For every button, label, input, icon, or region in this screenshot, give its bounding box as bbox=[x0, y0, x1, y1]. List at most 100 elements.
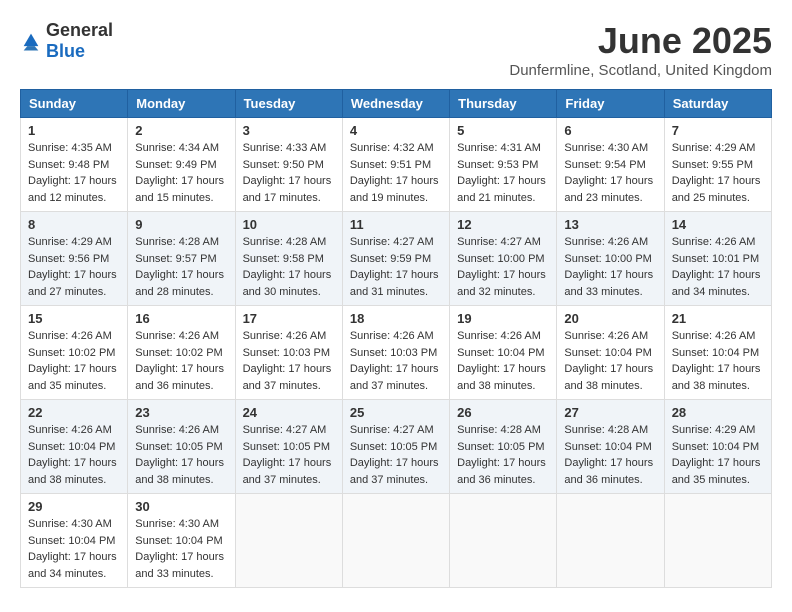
sunset-label: Sunset: 9:51 PM bbox=[350, 159, 431, 171]
calendar-cell: 27 Sunrise: 4:28 AM Sunset: 10:04 PM Day… bbox=[557, 400, 664, 494]
calendar-cell: 30 Sunrise: 4:30 AM Sunset: 10:04 PM Day… bbox=[128, 494, 235, 588]
sunset-label: Sunset: 10:04 PM bbox=[564, 347, 651, 359]
daylight-label: Daylight: 17 hours and 38 minutes. bbox=[457, 363, 546, 392]
day-info: Sunrise: 4:35 AM Sunset: 9:48 PM Dayligh… bbox=[28, 140, 120, 206]
logo-icon bbox=[20, 30, 42, 52]
daylight-label: Daylight: 17 hours and 23 minutes. bbox=[564, 175, 653, 204]
sunset-label: Sunset: 9:53 PM bbox=[457, 159, 538, 171]
daylight-label: Daylight: 17 hours and 38 minutes. bbox=[564, 363, 653, 392]
day-number: 28 bbox=[672, 405, 764, 420]
sunset-label: Sunset: 9:56 PM bbox=[28, 253, 109, 265]
calendar-cell: 1 Sunrise: 4:35 AM Sunset: 9:48 PM Dayli… bbox=[21, 118, 128, 212]
day-info: Sunrise: 4:26 AM Sunset: 10:02 PM Daylig… bbox=[28, 328, 120, 394]
sunrise-label: Sunrise: 4:34 AM bbox=[135, 142, 219, 154]
calendar-day-header: Monday bbox=[128, 90, 235, 118]
day-number: 15 bbox=[28, 311, 120, 326]
day-info: Sunrise: 4:26 AM Sunset: 10:04 PM Daylig… bbox=[672, 328, 764, 394]
calendar-cell: 10 Sunrise: 4:28 AM Sunset: 9:58 PM Dayl… bbox=[235, 212, 342, 306]
location: Dunfermline, Scotland, United Kingdom bbox=[509, 62, 772, 79]
title-block: June 2025 Dunfermline, Scotland, United … bbox=[509, 20, 772, 79]
sunrise-label: Sunrise: 4:31 AM bbox=[457, 142, 541, 154]
sunrise-label: Sunrise: 4:33 AM bbox=[243, 142, 327, 154]
day-info: Sunrise: 4:26 AM Sunset: 10:02 PM Daylig… bbox=[135, 328, 227, 394]
day-info: Sunrise: 4:29 AM Sunset: 9:55 PM Dayligh… bbox=[672, 140, 764, 206]
calendar-cell bbox=[664, 494, 771, 588]
daylight-label: Daylight: 17 hours and 38 minutes. bbox=[672, 363, 761, 392]
day-number: 17 bbox=[243, 311, 335, 326]
daylight-label: Daylight: 17 hours and 21 minutes. bbox=[457, 175, 546, 204]
sunrise-label: Sunrise: 4:27 AM bbox=[350, 236, 434, 248]
calendar-cell: 11 Sunrise: 4:27 AM Sunset: 9:59 PM Dayl… bbox=[342, 212, 449, 306]
sunset-label: Sunset: 10:04 PM bbox=[564, 441, 651, 453]
calendar-cell: 25 Sunrise: 4:27 AM Sunset: 10:05 PM Day… bbox=[342, 400, 449, 494]
daylight-label: Daylight: 17 hours and 32 minutes. bbox=[457, 269, 546, 298]
calendar-day-header: Thursday bbox=[450, 90, 557, 118]
calendar-cell: 18 Sunrise: 4:26 AM Sunset: 10:03 PM Day… bbox=[342, 306, 449, 400]
sunrise-label: Sunrise: 4:26 AM bbox=[28, 330, 112, 342]
calendar-header-row: SundayMondayTuesdayWednesdayThursdayFrid… bbox=[21, 90, 772, 118]
sunset-label: Sunset: 10:04 PM bbox=[672, 441, 759, 453]
calendar-cell: 16 Sunrise: 4:26 AM Sunset: 10:02 PM Day… bbox=[128, 306, 235, 400]
sunrise-label: Sunrise: 4:35 AM bbox=[28, 142, 112, 154]
day-number: 13 bbox=[564, 217, 656, 232]
day-number: 2 bbox=[135, 123, 227, 138]
month-title: June 2025 bbox=[509, 20, 772, 62]
day-number: 1 bbox=[28, 123, 120, 138]
daylight-label: Daylight: 17 hours and 34 minutes. bbox=[28, 551, 117, 580]
day-number: 7 bbox=[672, 123, 764, 138]
day-info: Sunrise: 4:26 AM Sunset: 10:05 PM Daylig… bbox=[135, 422, 227, 488]
calendar-table: SundayMondayTuesdayWednesdayThursdayFrid… bbox=[20, 89, 772, 588]
sunrise-label: Sunrise: 4:26 AM bbox=[28, 424, 112, 436]
calendar-cell bbox=[450, 494, 557, 588]
sunrise-label: Sunrise: 4:26 AM bbox=[350, 330, 434, 342]
sunrise-label: Sunrise: 4:28 AM bbox=[243, 236, 327, 248]
daylight-label: Daylight: 17 hours and 33 minutes. bbox=[564, 269, 653, 298]
day-info: Sunrise: 4:29 AM Sunset: 9:56 PM Dayligh… bbox=[28, 234, 120, 300]
daylight-label: Daylight: 17 hours and 38 minutes. bbox=[28, 457, 117, 486]
logo-text-blue: Blue bbox=[46, 41, 85, 61]
day-number: 10 bbox=[243, 217, 335, 232]
calendar-cell: 12 Sunrise: 4:27 AM Sunset: 10:00 PM Day… bbox=[450, 212, 557, 306]
day-number: 25 bbox=[350, 405, 442, 420]
day-info: Sunrise: 4:30 AM Sunset: 9:54 PM Dayligh… bbox=[564, 140, 656, 206]
day-number: 12 bbox=[457, 217, 549, 232]
calendar-cell: 4 Sunrise: 4:32 AM Sunset: 9:51 PM Dayli… bbox=[342, 118, 449, 212]
day-info: Sunrise: 4:26 AM Sunset: 10:00 PM Daylig… bbox=[564, 234, 656, 300]
daylight-label: Daylight: 17 hours and 36 minutes. bbox=[457, 457, 546, 486]
calendar-day-header: Saturday bbox=[664, 90, 771, 118]
sunrise-label: Sunrise: 4:30 AM bbox=[28, 518, 112, 530]
sunset-label: Sunset: 10:05 PM bbox=[243, 441, 330, 453]
daylight-label: Daylight: 17 hours and 38 minutes. bbox=[135, 457, 224, 486]
sunset-label: Sunset: 10:04 PM bbox=[28, 441, 115, 453]
calendar-week-row: 22 Sunrise: 4:26 AM Sunset: 10:04 PM Day… bbox=[21, 400, 772, 494]
calendar-cell: 6 Sunrise: 4:30 AM Sunset: 9:54 PM Dayli… bbox=[557, 118, 664, 212]
calendar-cell: 23 Sunrise: 4:26 AM Sunset: 10:05 PM Day… bbox=[128, 400, 235, 494]
daylight-label: Daylight: 17 hours and 36 minutes. bbox=[135, 363, 224, 392]
daylight-label: Daylight: 17 hours and 12 minutes. bbox=[28, 175, 117, 204]
page-header: General Blue June 2025 Dunfermline, Scot… bbox=[20, 20, 772, 79]
day-number: 18 bbox=[350, 311, 442, 326]
day-info: Sunrise: 4:33 AM Sunset: 9:50 PM Dayligh… bbox=[243, 140, 335, 206]
day-number: 3 bbox=[243, 123, 335, 138]
calendar-cell: 24 Sunrise: 4:27 AM Sunset: 10:05 PM Day… bbox=[235, 400, 342, 494]
sunset-label: Sunset: 9:49 PM bbox=[135, 159, 216, 171]
sunset-label: Sunset: 10:05 PM bbox=[135, 441, 222, 453]
sunrise-label: Sunrise: 4:28 AM bbox=[135, 236, 219, 248]
calendar-cell: 5 Sunrise: 4:31 AM Sunset: 9:53 PM Dayli… bbox=[450, 118, 557, 212]
sunrise-label: Sunrise: 4:30 AM bbox=[564, 142, 648, 154]
sunset-label: Sunset: 10:05 PM bbox=[457, 441, 544, 453]
sunset-label: Sunset: 10:00 PM bbox=[457, 253, 544, 265]
calendar-cell: 15 Sunrise: 4:26 AM Sunset: 10:02 PM Day… bbox=[21, 306, 128, 400]
logo-wordmark: General Blue bbox=[46, 20, 113, 62]
calendar-cell: 14 Sunrise: 4:26 AM Sunset: 10:01 PM Day… bbox=[664, 212, 771, 306]
day-number: 22 bbox=[28, 405, 120, 420]
daylight-label: Daylight: 17 hours and 28 minutes. bbox=[135, 269, 224, 298]
daylight-label: Daylight: 17 hours and 25 minutes. bbox=[672, 175, 761, 204]
calendar-week-row: 1 Sunrise: 4:35 AM Sunset: 9:48 PM Dayli… bbox=[21, 118, 772, 212]
daylight-label: Daylight: 17 hours and 37 minutes. bbox=[243, 457, 332, 486]
day-info: Sunrise: 4:32 AM Sunset: 9:51 PM Dayligh… bbox=[350, 140, 442, 206]
daylight-label: Daylight: 17 hours and 34 minutes. bbox=[672, 269, 761, 298]
sunset-label: Sunset: 9:59 PM bbox=[350, 253, 431, 265]
day-info: Sunrise: 4:27 AM Sunset: 9:59 PM Dayligh… bbox=[350, 234, 442, 300]
day-info: Sunrise: 4:27 AM Sunset: 10:05 PM Daylig… bbox=[243, 422, 335, 488]
